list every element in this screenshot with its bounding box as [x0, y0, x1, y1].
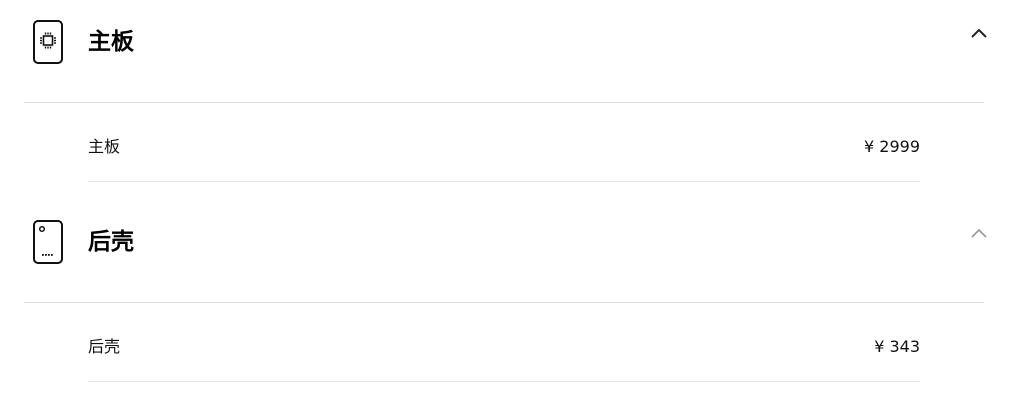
chevron-up-icon[interactable] — [970, 26, 988, 40]
motherboard-phone-icon — [33, 20, 63, 64]
back-cover-phone-icon — [33, 220, 63, 264]
chevron-up-icon[interactable] — [970, 226, 988, 240]
section-title-back-cover: 后壳 — [88, 229, 134, 255]
section-back-cover: 后壳 后壳 ¥ 343 — [0, 200, 1014, 400]
section-title-motherboard: 主板 — [88, 29, 134, 55]
section-header-motherboard[interactable]: 主板 — [24, 0, 987, 103]
item-price: ¥ 2999 — [864, 137, 920, 156]
section-motherboard: 主板 主板 ¥ 2999 — [0, 0, 1014, 200]
item-label: 主板 — [88, 137, 121, 156]
item-label: 后壳 — [88, 337, 121, 356]
section-header-back-cover[interactable]: 后壳 — [24, 200, 987, 303]
item-price: ¥ 343 — [874, 337, 920, 356]
list-item-back-cover[interactable]: 后壳 ¥ 343 — [88, 303, 920, 382]
list-item-motherboard[interactable]: 主板 ¥ 2999 — [88, 103, 920, 182]
